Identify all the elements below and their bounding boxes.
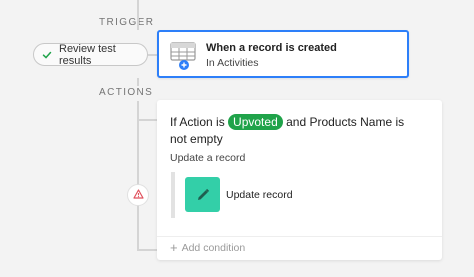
plus-icon: + <box>170 240 178 255</box>
connector-branch <box>148 54 157 56</box>
divider <box>157 236 442 237</box>
connector-line <box>137 78 139 86</box>
update-a-record-label: Update a record <box>170 152 246 164</box>
connector-line <box>137 101 139 251</box>
connector-line <box>137 0 139 30</box>
add-condition-label: Add condition <box>181 242 246 254</box>
warning-indicator[interactable] <box>127 184 149 206</box>
review-button-label: Review test results <box>59 42 116 67</box>
table-icon <box>170 42 198 77</box>
connector-branch <box>137 249 157 251</box>
review-test-results-button[interactable]: Review test results <box>33 42 148 67</box>
add-condition-button[interactable]: + Add condition <box>170 240 246 255</box>
update-record-step[interactable]: Update record <box>185 177 293 212</box>
connector-branch <box>137 119 157 121</box>
step-group-bar <box>171 172 175 218</box>
trigger-card[interactable]: When a record is created In Activities <box>157 30 409 78</box>
action-card: If Action is Upvoted and Products Name i… <box>157 100 442 260</box>
update-record-label: Update record <box>226 188 293 201</box>
warning-icon <box>132 186 144 204</box>
trigger-title: When a record is created <box>206 42 337 54</box>
trigger-section-label: TRIGGER <box>99 17 155 28</box>
actions-section-label: ACTIONS <box>99 87 154 98</box>
pencil-icon <box>185 177 220 212</box>
condition-value-badge: Upvoted <box>228 114 283 130</box>
check-icon <box>42 50 52 60</box>
trigger-subtitle: In Activities <box>206 57 259 69</box>
condition-prefix: If Action is <box>170 115 225 129</box>
condition-text[interactable]: If Action is Upvoted and Products Name i… <box>170 114 410 148</box>
